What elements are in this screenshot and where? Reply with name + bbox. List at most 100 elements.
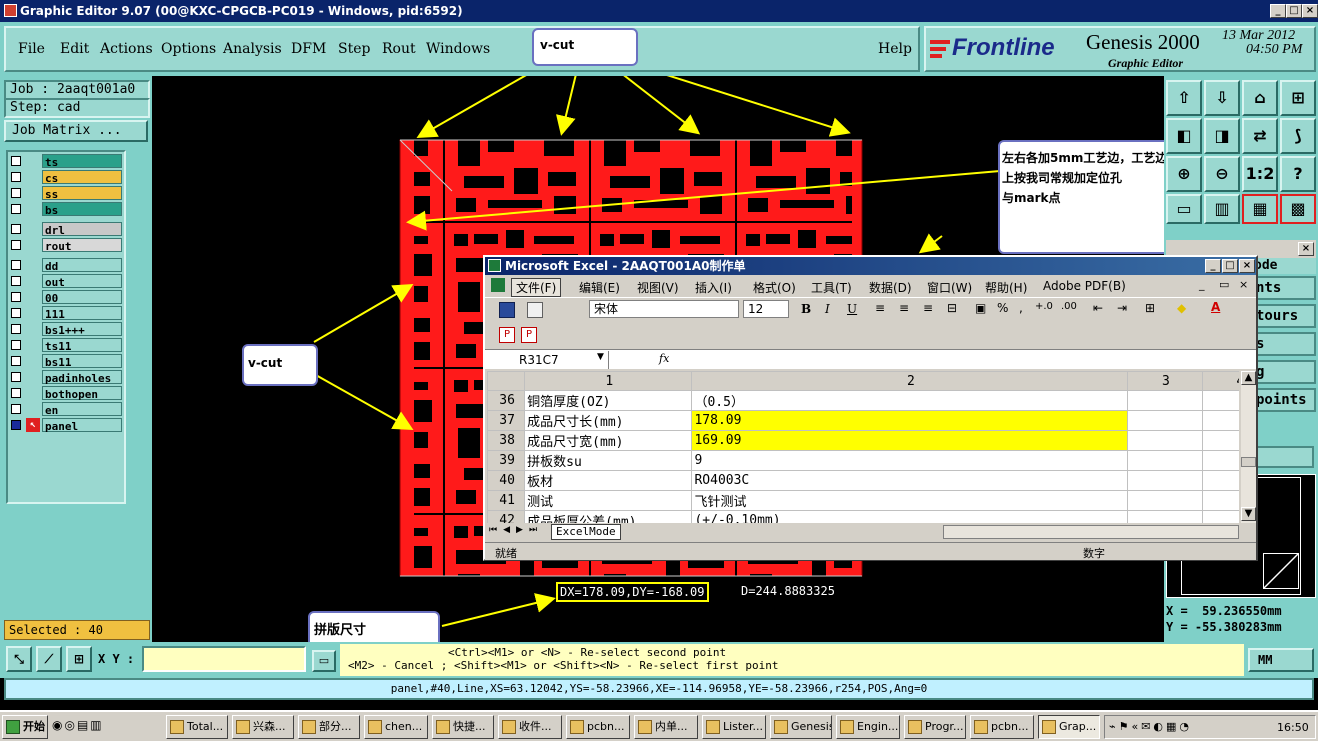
taskbar-item[interactable]: 兴森... bbox=[232, 715, 294, 739]
underline-button[interactable]: U bbox=[847, 302, 857, 316]
layer-name[interactable]: padinholes bbox=[42, 370, 122, 385]
layer-checkbox[interactable] bbox=[11, 372, 21, 382]
layer-row[interactable]: ss bbox=[10, 186, 122, 201]
empty-cell[interactable] bbox=[1127, 430, 1203, 451]
row-label[interactable]: 成品尺寸宽(mm) bbox=[524, 430, 693, 451]
layer-checkbox[interactable] bbox=[11, 172, 21, 182]
decrease-indent-icon[interactable]: ⇤ bbox=[1093, 301, 1103, 315]
quick-launch-icon[interactable]: ◉◎▤▥ bbox=[52, 718, 104, 732]
excel-close-button[interactable]: × bbox=[1239, 259, 1255, 273]
layer-checkbox[interactable] bbox=[11, 420, 21, 430]
sheet-tab-excelmode[interactable]: ExcelMode bbox=[551, 524, 621, 540]
secondary-close-button[interactable]: × bbox=[1298, 242, 1314, 256]
layer-checkbox[interactable] bbox=[11, 224, 21, 234]
excel-doc-minimize-icon[interactable]: _ bbox=[1199, 278, 1205, 291]
layer-checkbox[interactable] bbox=[11, 260, 21, 270]
row-value[interactable]: 飞针测试 bbox=[691, 490, 1129, 511]
fx-label[interactable]: fx bbox=[659, 352, 669, 365]
taskbar-item[interactable]: Lister... bbox=[702, 715, 766, 739]
menu-actions[interactable]: Actions bbox=[100, 41, 153, 57]
layer-checkbox[interactable] bbox=[11, 388, 21, 398]
menu-dfm[interactable]: DFM bbox=[291, 41, 326, 57]
scroll-down-icon[interactable]: ▼ bbox=[1241, 507, 1256, 521]
export-icon[interactable]: ⇧ bbox=[1166, 80, 1202, 116]
table-row[interactable]: 39 拼板数su 9 bbox=[487, 450, 1239, 471]
font-name-select[interactable]: 宋体 bbox=[589, 300, 739, 318]
xy-input[interactable] bbox=[142, 646, 306, 672]
empty-cell[interactable] bbox=[1201, 390, 1239, 411]
layer-checkbox[interactable] bbox=[11, 240, 21, 250]
layer-row[interactable]: dd bbox=[10, 258, 122, 273]
excel-maximize-button[interactable]: □ bbox=[1222, 259, 1238, 273]
right-icon[interactable]: ◨ bbox=[1204, 118, 1240, 154]
scroll-thumb[interactable] bbox=[1241, 457, 1256, 467]
layer-row[interactable]: 00 bbox=[10, 290, 122, 305]
row-value[interactable]: (+/-0.10mm) bbox=[691, 510, 1129, 523]
row-label[interactable]: 铜箔厚度(OZ) bbox=[524, 390, 693, 411]
row-number[interactable]: 42 bbox=[487, 510, 526, 523]
increase-decimal-icon[interactable]: +.0 bbox=[1035, 301, 1053, 312]
row-label[interactable]: 成品板厚公差(mm) bbox=[524, 510, 693, 523]
col-header[interactable]: 2 bbox=[691, 371, 1129, 391]
partial-label-0[interactable]: ode bbox=[1254, 258, 1316, 274]
taskbar-item[interactable]: Total... bbox=[166, 715, 228, 739]
taskbar-item[interactable]: pcbn... bbox=[970, 715, 1034, 739]
zoom-out-icon[interactable]: ⊖ bbox=[1204, 156, 1240, 192]
layer-name[interactable]: 111 bbox=[42, 306, 122, 321]
row-label[interactable]: 成品尺寸长(mm) bbox=[524, 410, 693, 431]
layer-checkbox[interactable] bbox=[11, 324, 21, 334]
excel-menu-window[interactable]: 窗口(W) bbox=[927, 279, 972, 296]
help-icon[interactable]: ? bbox=[1280, 156, 1316, 192]
menu-edit[interactable]: Edit bbox=[60, 41, 89, 57]
menu-windows[interactable]: Windows bbox=[426, 41, 490, 57]
partial-label-5[interactable]: points bbox=[1254, 388, 1316, 412]
right-field[interactable] bbox=[1254, 446, 1314, 468]
taskbar-item[interactable]: Genesis bbox=[770, 715, 832, 739]
percent-icon[interactable]: % bbox=[997, 301, 1008, 315]
excel-menu-help[interactable]: 帮助(H) bbox=[985, 279, 1027, 296]
empty-cell[interactable] bbox=[1127, 470, 1203, 491]
row-value[interactable]: RO4003C bbox=[691, 470, 1129, 491]
window-icon[interactable]: ⊞ bbox=[1280, 80, 1316, 116]
menu-rout[interactable]: Rout bbox=[382, 41, 416, 57]
taskbar-item[interactable]: pcbn... bbox=[566, 715, 630, 739]
table-row[interactable]: 40 板材 RO4003C bbox=[487, 470, 1239, 491]
zoom-in-icon[interactable]: ⊕ bbox=[1166, 156, 1202, 192]
taskbar-item[interactable]: 内单... bbox=[634, 715, 698, 739]
taskbar-item[interactable]: Engin... bbox=[836, 715, 900, 739]
vertical-scrollbar[interactable]: ▲ ▼ bbox=[1241, 371, 1256, 523]
layer-name[interactable]: out bbox=[42, 274, 122, 289]
partial-label-4[interactable]: g bbox=[1254, 360, 1316, 384]
layer-name[interactable]: rout bbox=[42, 238, 122, 253]
taskbar-item[interactable]: 部分... bbox=[298, 715, 360, 739]
corner-header[interactable] bbox=[487, 371, 526, 391]
layer-checkbox[interactable] bbox=[11, 340, 21, 350]
empty-cell[interactable] bbox=[1127, 390, 1203, 411]
partial-label-3[interactable]: s bbox=[1254, 332, 1316, 356]
col-header[interactable]: 4 bbox=[1201, 371, 1239, 391]
excel-menu-insert[interactable]: 插入(I) bbox=[695, 279, 732, 296]
layers-icon[interactable]: ▥ bbox=[1204, 194, 1240, 224]
partial-label-2[interactable]: tours bbox=[1254, 304, 1316, 328]
row-number[interactable]: 39 bbox=[487, 450, 526, 471]
layer-checkbox[interactable] bbox=[11, 188, 21, 198]
layer-name[interactable]: bs bbox=[42, 202, 122, 217]
layer-name[interactable]: bs1+++ bbox=[42, 322, 122, 337]
layer-row[interactable]: bothopen bbox=[10, 386, 122, 401]
merge-center-icon[interactable]: ⊟ bbox=[947, 301, 957, 315]
layer-row[interactable]: ts bbox=[10, 154, 122, 169]
taskbar-item[interactable]: Grap... bbox=[1038, 715, 1100, 739]
excel-doc-close-icon[interactable]: × bbox=[1239, 278, 1248, 291]
layer-name[interactable]: bothopen bbox=[42, 386, 122, 401]
taskbar-item[interactable]: Progr... bbox=[904, 715, 966, 739]
excel-menu-file[interactable]: 文件(F) bbox=[511, 278, 562, 297]
left-icon[interactable]: ◧ bbox=[1166, 118, 1202, 154]
align-center-icon[interactable]: ≡ bbox=[899, 301, 909, 315]
row-value[interactable]: 9 bbox=[691, 450, 1129, 471]
menu-analysis[interactable]: Analysis bbox=[223, 41, 282, 57]
row-number[interactable]: 38 bbox=[487, 430, 526, 451]
layer-checkbox[interactable] bbox=[11, 292, 21, 302]
col-header[interactable]: 1 bbox=[524, 371, 693, 391]
font-color-icon[interactable]: A bbox=[1211, 300, 1220, 314]
fill-color-icon[interactable]: ◆ bbox=[1177, 301, 1186, 315]
